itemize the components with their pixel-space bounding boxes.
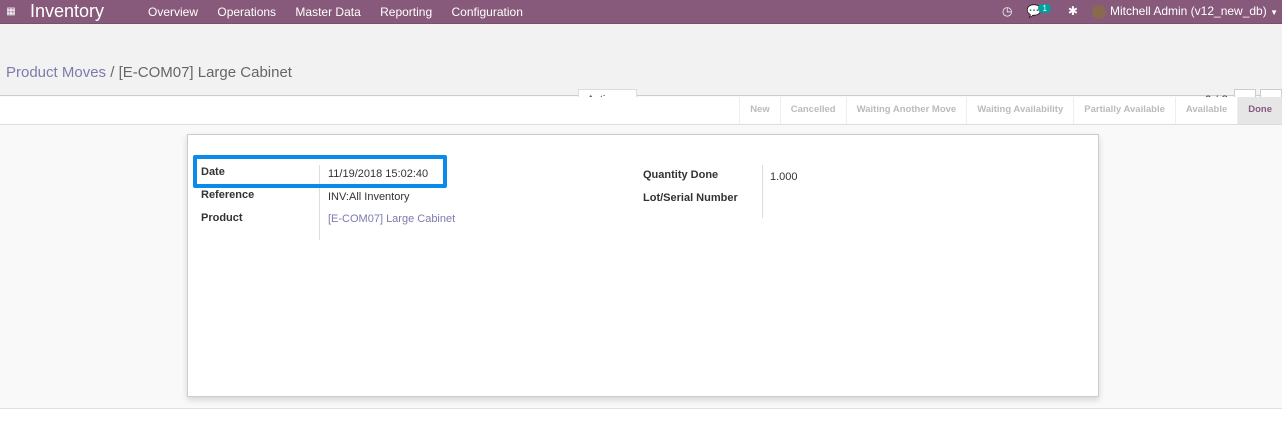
status-waiting-availability: Waiting Availability	[966, 97, 1073, 124]
status-cancelled: Cancelled	[779, 97, 846, 124]
main-menu: Overview Operations Master Data Reportin…	[148, 5, 539, 19]
activity-clock-icon[interactable]: ◷	[1002, 4, 1012, 18]
lot-serial-label: Lot/Serial Number	[643, 192, 738, 204]
status-new: New	[739, 97, 780, 124]
product-label: Product	[201, 212, 243, 224]
menu-configuration[interactable]: Configuration	[451, 5, 522, 19]
apps-grid-icon[interactable]: ▦	[0, 6, 22, 17]
menu-overview[interactable]: Overview	[148, 5, 198, 19]
top-navbar: ▦ Inventory Overview Operations Master D…	[0, 0, 1282, 24]
breadcrumb: Product Moves / [E-COM07] Large Cabinet	[6, 64, 292, 81]
debug-bug-icon[interactable]: ✱	[1068, 4, 1078, 18]
status-available: Available	[1174, 97, 1237, 124]
caret-down-icon: ▼	[1270, 8, 1278, 18]
user-menu[interactable]: Mitchell Admin (v12_new_db) ▼	[1091, 4, 1278, 19]
date-highlight-box	[193, 155, 447, 188]
messages-badge: 1	[1038, 4, 1051, 14]
menu-master-data[interactable]: Master Data	[295, 5, 360, 19]
status-waiting-another-move: Waiting Another Move	[845, 97, 967, 124]
chatter-area	[0, 408, 1282, 422]
avatar	[1091, 4, 1106, 19]
quantity-done-field[interactable]: 1.000	[770, 171, 798, 183]
divider	[762, 165, 763, 218]
product-link[interactable]: [E-COM07] Large Cabinet	[328, 213, 455, 225]
user-name: Mitchell Admin (v12_new_db)	[1109, 4, 1267, 19]
app-title[interactable]: Inventory	[30, 1, 148, 22]
breadcrumb-separator: /	[110, 64, 115, 81]
control-panel: Product Moves / [E-COM07] Large Cabinet …	[0, 24, 1282, 111]
quantity-done-label: Quantity Done	[643, 169, 719, 181]
breadcrumb-product-moves[interactable]: Product Moves	[6, 64, 106, 81]
status-done: Done	[1237, 97, 1282, 124]
status-bar: New Cancelled Waiting Another Move Waiti…	[0, 97, 1282, 125]
status-partially-available: Partially Available	[1073, 97, 1175, 124]
menu-operations[interactable]: Operations	[217, 5, 276, 19]
menu-reporting[interactable]: Reporting	[380, 5, 432, 19]
messages-button[interactable]: 💬1	[1027, 4, 1054, 18]
reference-label: Reference	[201, 189, 255, 201]
reference-field[interactable]: INV:All Inventory	[328, 191, 410, 203]
breadcrumb-current: [E-COM07] Large Cabinet	[118, 64, 292, 81]
